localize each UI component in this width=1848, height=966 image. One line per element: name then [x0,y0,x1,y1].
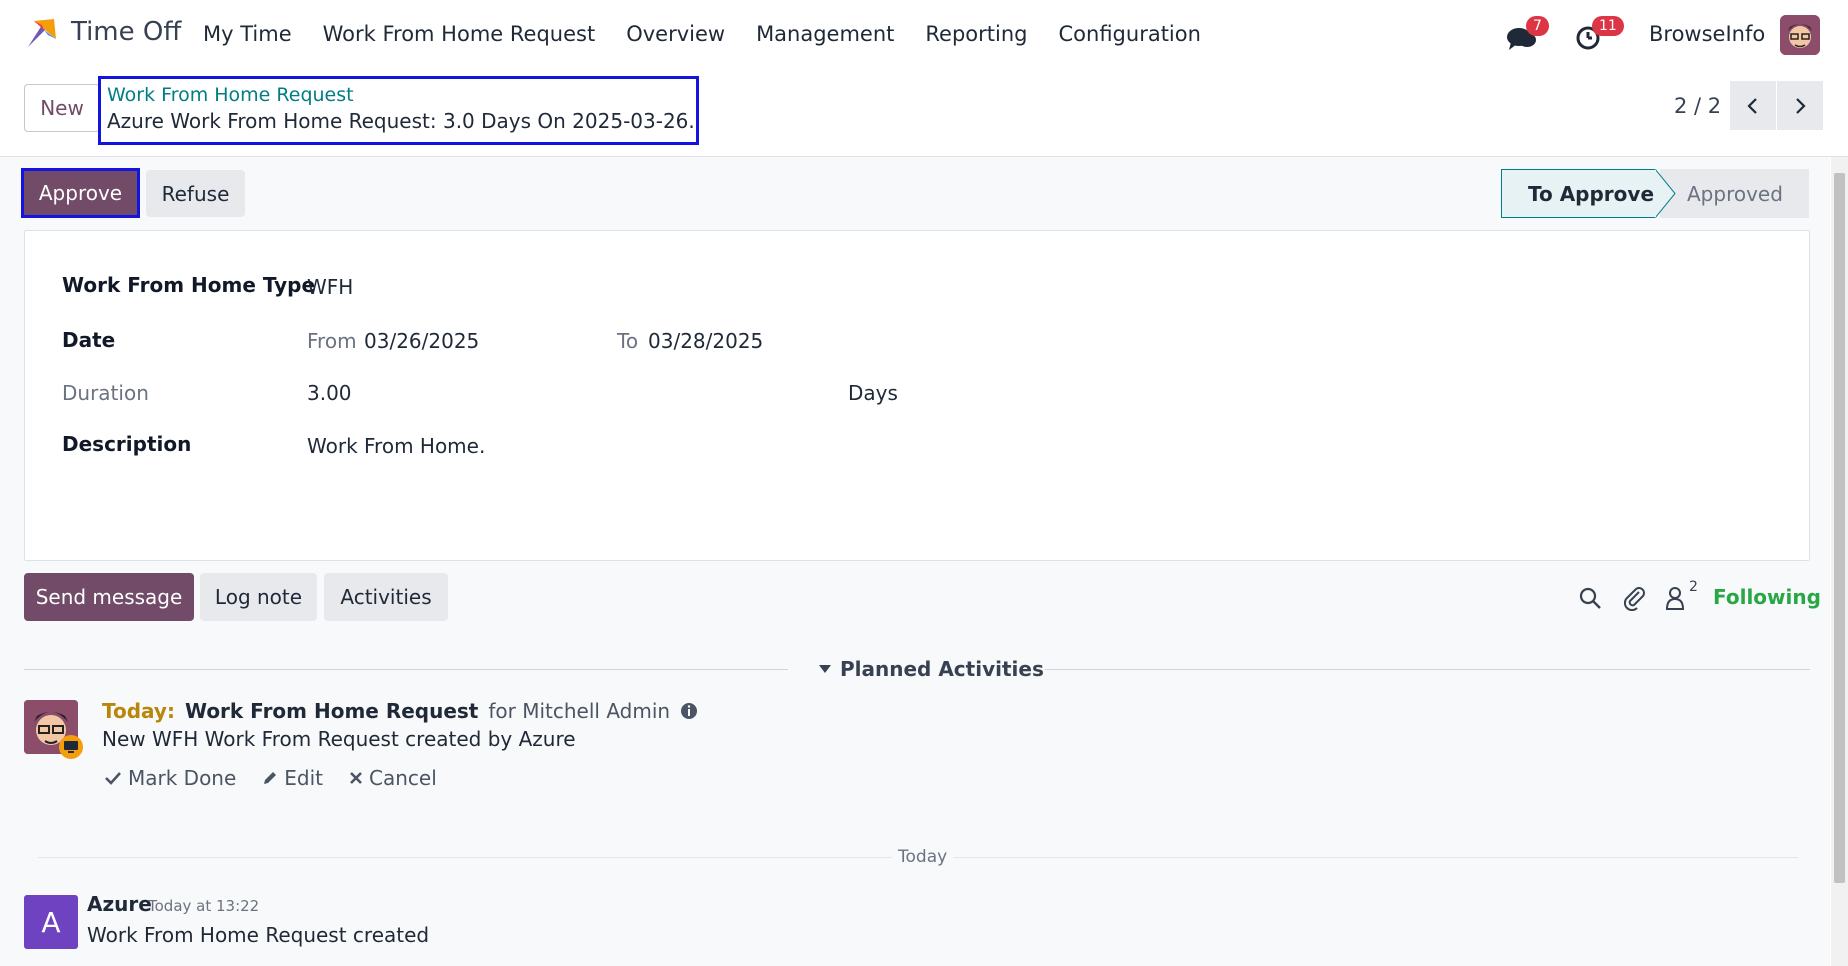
activities-button[interactable]: Activities [324,573,448,621]
paperclip-icon[interactable] [1622,585,1646,611]
breadcrumb-current: Azure Work From Home Request: 3.0 Days O… [107,107,695,135]
menu-management[interactable]: Management [756,22,894,46]
followers-icon[interactable] [1664,585,1686,611]
date-label: Date [62,328,116,352]
message-body: Work From Home Request created [87,923,430,947]
pencil-icon [264,772,277,784]
mark-done-label: Mark Done [128,766,237,790]
record-title: Azure Work From Home Request: 3.0 Days O… [107,109,695,133]
new-button[interactable]: New [24,84,100,132]
menu-my-time[interactable]: My Time [203,22,292,46]
message-time: Today at 13:22 [148,897,260,915]
activity-assignee: for Mitchell Admin [488,699,671,723]
followers-count: 2 [1689,579,1698,595]
message-author-avatar[interactable]: A [24,895,78,949]
cancel-label: Cancel [369,766,437,790]
pager-previous-button[interactable] [1730,81,1776,130]
user-avatar[interactable] [1780,15,1820,55]
activity-user-avatar [24,700,83,759]
wfh-type-label: Work From Home Type [62,273,316,297]
approve-button[interactable]: Approve [21,168,140,218]
chevron-left-icon [1747,97,1757,114]
planned-activities-title: Planned Activities [840,657,1044,681]
date-from-label: From [307,329,357,353]
main-menu: My Time Work From Home Request Overview … [203,22,1232,46]
planned-activities-toggle[interactable]: Planned Activities [818,657,1044,681]
activities-badge: 11 [1592,16,1624,36]
search-icon[interactable] [1578,586,1602,610]
stage-arrow [1655,169,1676,218]
date-separator: Today [892,847,954,867]
info-icon[interactable] [680,702,698,720]
edit-activity-button[interactable]: Edit [262,766,323,790]
message-author[interactable]: Azure [87,892,152,916]
following-button[interactable]: Following [1713,585,1821,609]
breadcrumb-parent-link[interactable]: Work From Home Request [107,83,690,107]
description-label: Description [62,432,192,456]
activity-actions: Mark Done Edit Cancel [104,766,437,790]
date-from-value[interactable]: 03/26/2025 [364,329,479,353]
breadcrumb: Work From Home Request Azure Work From H… [98,76,699,145]
description-value[interactable]: Work From Home. [307,434,485,458]
menu-work-from-home-request[interactable]: Work From Home Request [323,22,596,46]
duration-unit: Days [848,381,898,405]
menu-configuration[interactable]: Configuration [1059,22,1201,46]
time-off-app-icon[interactable] [24,15,60,51]
activity-type-icon [59,735,83,759]
duration-label: Duration [62,381,149,405]
pager-value[interactable]: 2 / 2 [1674,94,1721,118]
top-navbar: Time Off My Time Work From Home Request … [0,0,1848,70]
app-name[interactable]: Time Off [71,17,181,47]
cancel-activity-button[interactable]: Cancel [349,766,437,790]
mark-done-button[interactable]: Mark Done [104,766,236,790]
messages-badge: 7 [1526,16,1549,36]
activity-title: Work From Home Request [184,699,479,723]
activity-due: Today: [102,699,175,723]
stage-approved[interactable]: Approved [1660,169,1809,218]
date-to-label: To [617,329,639,353]
date-to-value[interactable]: 03/28/2025 [648,329,763,353]
menu-reporting[interactable]: Reporting [925,22,1027,46]
wfh-type-value[interactable]: WFH [307,275,353,299]
caret-down-icon [819,665,831,673]
activity-note: New WFH Work From Request created by Azu… [102,727,576,751]
chevron-right-icon [1796,97,1806,114]
scrollbar-thumb[interactable] [1834,173,1845,883]
company-switcher[interactable]: BrowseInfo [1649,22,1765,46]
check-icon [105,772,121,785]
edit-label: Edit [284,766,324,790]
planned-separator-right [1045,669,1810,670]
form-sheet: Work From Home Type WFH Date From 03/26/… [24,230,1810,561]
duration-value[interactable]: 3.00 [307,381,352,405]
send-message-button[interactable]: Send message [24,573,194,621]
scrollbar[interactable] [1831,157,1848,966]
refuse-button[interactable]: Refuse [146,170,245,217]
log-note-button[interactable]: Log note [200,573,317,621]
activity-header: Today: Work From Home Request for Mitche… [102,699,698,723]
menu-overview[interactable]: Overview [626,22,725,46]
close-icon [350,772,362,784]
pager-next-button[interactable] [1777,81,1823,130]
stage-to-approve[interactable]: To Approve [1501,169,1656,218]
planned-separator-left [24,669,788,670]
